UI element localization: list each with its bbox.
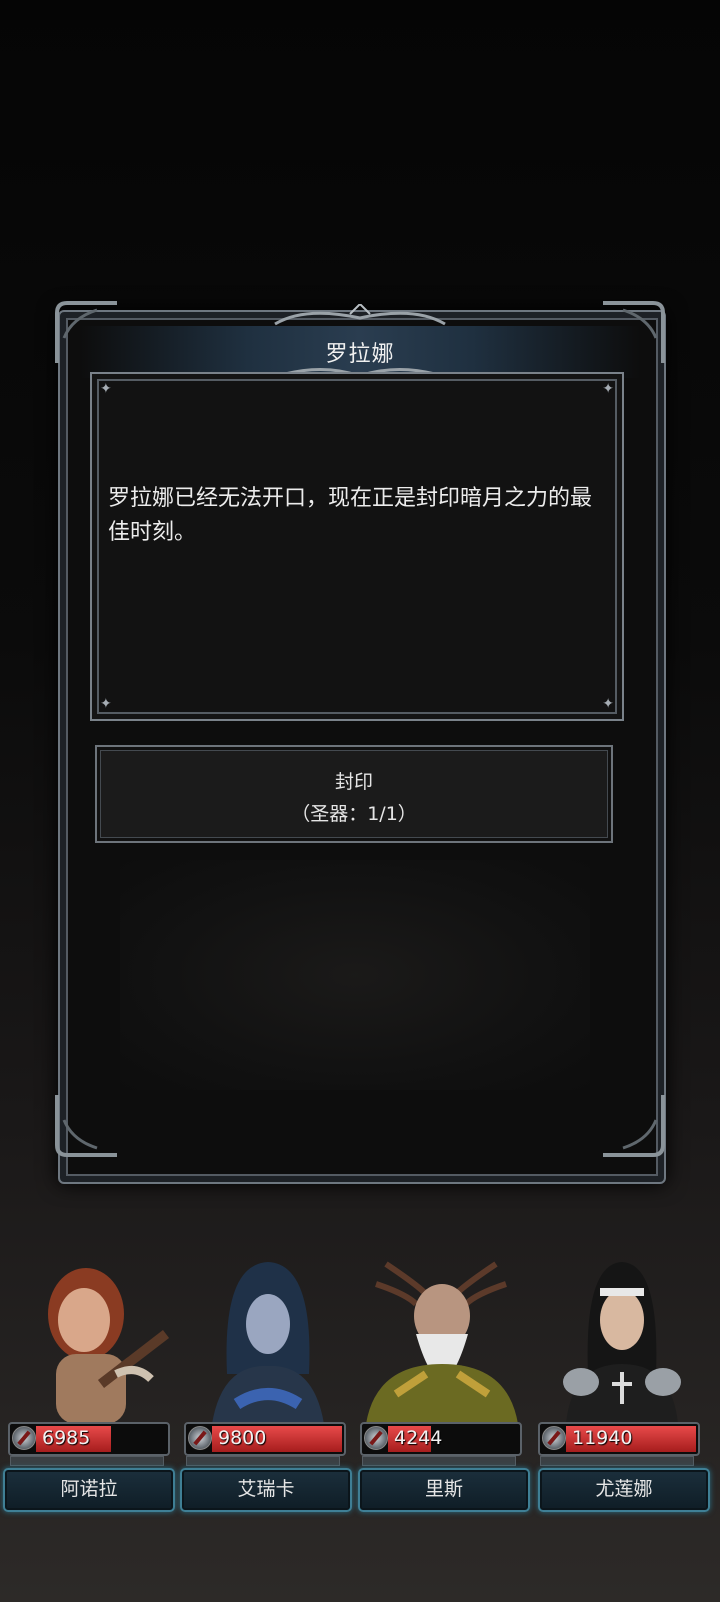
hero-rees-image — [366, 1261, 518, 1424]
panel-corner-ornament-icon — [598, 1090, 668, 1160]
hero-secondary-bar — [540, 1456, 694, 1466]
sparkle-icon: ✦ — [100, 381, 112, 397]
seal-button-label: 封印 — [334, 771, 373, 793]
sword-icon — [188, 1426, 212, 1450]
sparkle-icon: ✦ — [602, 696, 614, 712]
hero-yulena-image — [563, 1262, 681, 1424]
hero-name: 尤莲娜 — [595, 1478, 653, 1500]
hero-name: 里斯 — [424, 1478, 463, 1500]
hp-value: 9800 — [218, 1427, 267, 1449]
sparkle-icon: ✦ — [100, 696, 112, 712]
hero-name: 阿诺拉 — [60, 1478, 118, 1500]
sword-icon — [542, 1426, 566, 1450]
hero-name-button[interactable]: 艾瑞卡 — [180, 1468, 352, 1512]
hero-hp-bar: 11940 — [538, 1422, 700, 1456]
seal-button-sublabel: （圣器：1/1） — [291, 803, 417, 825]
hp-value: 6985 — [42, 1427, 91, 1449]
hero-anora-image — [48, 1268, 170, 1424]
sword-icon — [364, 1426, 388, 1450]
hero-name-button[interactable]: 阿诺拉 — [3, 1468, 175, 1512]
hero-name-button[interactable]: 里斯 — [358, 1468, 530, 1512]
hero-name: 艾瑞卡 — [237, 1478, 295, 1500]
hero-secondary-bar — [362, 1456, 516, 1466]
panel-background-texture — [120, 860, 590, 1090]
seal-button[interactable]: 封印 （圣器：1/1） — [95, 745, 613, 843]
dialog-title: 罗拉娜 — [325, 342, 395, 367]
hero-erika-image — [212, 1262, 324, 1424]
hero-hp-bar: 6985 — [8, 1422, 170, 1456]
panel-corner-ornament-icon — [52, 1090, 122, 1160]
sword-icon — [12, 1426, 36, 1450]
hp-value: 4244 — [394, 1427, 443, 1449]
hp-value: 11940 — [572, 1427, 633, 1449]
hero-secondary-bar — [10, 1456, 164, 1466]
dialog-message: 罗拉娜已经无法开口，现在正是封印暗月之力的最佳时刻。 — [108, 486, 593, 545]
sparkle-icon: ✦ — [602, 381, 614, 397]
hero-hp-bar: 9800 — [184, 1422, 346, 1456]
hero-name-button[interactable]: 尤莲娜 — [538, 1468, 710, 1512]
hero-secondary-bar — [186, 1456, 340, 1466]
hero-hp-bar: 4244 — [360, 1422, 522, 1456]
